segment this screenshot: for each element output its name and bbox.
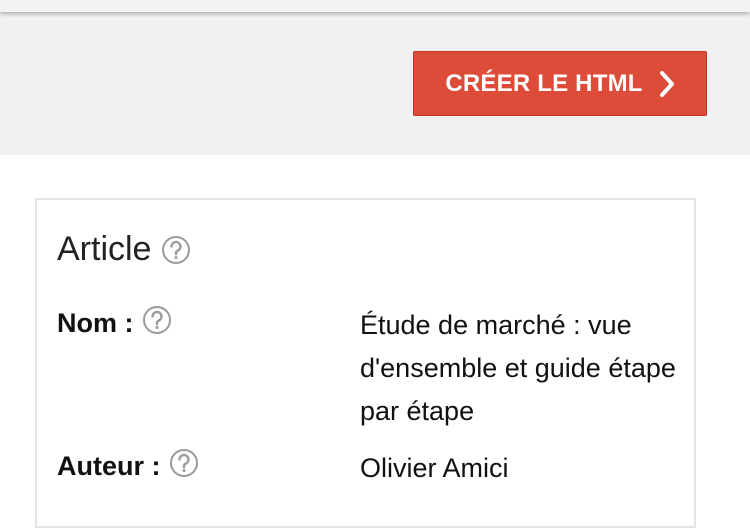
help-icon[interactable] [169,448,199,478]
create-html-button[interactable]: CRÉER LE HTML [413,51,707,116]
article-heading: Article [57,230,191,269]
article-title: Article [57,230,152,268]
author-value: Olivier Amici [360,453,509,483]
name-value: Étude de marché : vue d'ensemble et guid… [360,310,676,426]
help-icon[interactable] [161,235,191,265]
name-label: Nom : [57,308,134,338]
top-bar [0,0,750,12]
create-html-button-label: CRÉER LE HTML [445,69,643,97]
help-icon[interactable] [142,305,172,335]
name-label-row: Nom : [57,305,172,339]
chevron-right-icon [659,70,675,98]
author-label-row: Auteur : [57,448,199,482]
author-label: Auteur : [57,451,161,481]
article-panel: Article Nom : Étude de marché : vue d'en… [35,198,696,528]
